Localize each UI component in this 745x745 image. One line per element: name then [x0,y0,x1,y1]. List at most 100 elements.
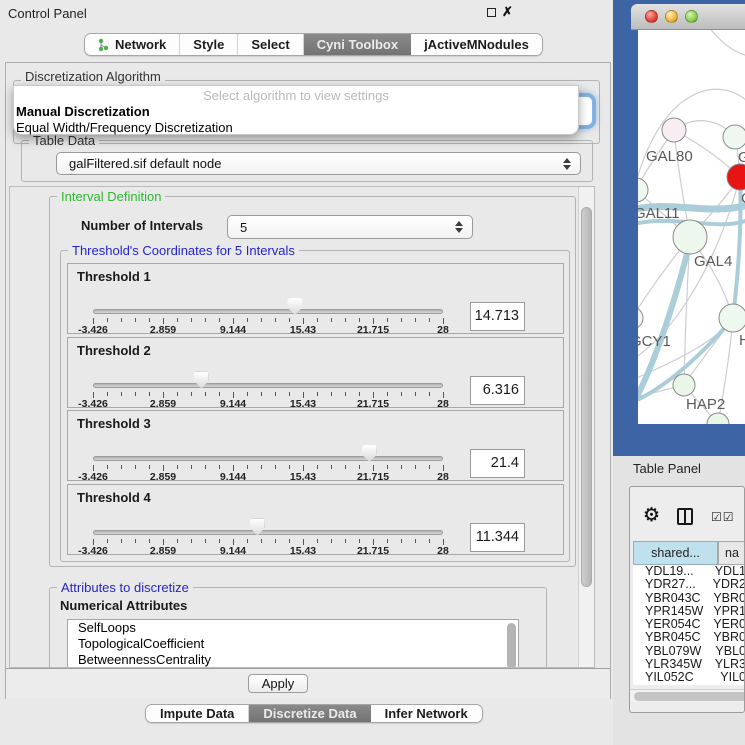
table-header: shared... na [633,541,745,565]
tab-cyni-toolbox[interactable]: Cyni Toolbox [304,34,411,55]
cell-name: YLR3 [708,658,745,671]
network-node[interactable] [662,118,686,142]
table-row[interactable]: YPR145WYPR1 [633,605,745,618]
threshold-value-field[interactable]: 11.344 [470,523,525,552]
gear-icon[interactable]: ⚙ [643,504,660,527]
group-title: Interval Definition [57,189,165,204]
settings-scroll-viewport: Interval Definition Number of Intervals … [9,186,595,668]
checkbox-icons[interactable]: ☑☑ [711,510,735,524]
table-row[interactable]: YER054CYER0 [633,618,745,631]
network-window-titlebar[interactable] [631,4,745,30]
cell-shared-name: YER054C [633,618,706,631]
column-header[interactable]: na [718,541,745,565]
scrollbar-thumb[interactable] [581,207,592,587]
network-graph: GAL80G.CGAL11GAL4GCY1HHAP2 [638,30,745,424]
threshold-row: Threshold 2-3.4262.8599.14415.4321.71528… [67,337,564,408]
table-panel: ⚙ ☑☑ shared... na YDL19...YDL1YDR27...YD… [629,486,745,713]
cell-name: YBR0 [706,631,745,644]
column-header[interactable]: shared... [633,541,718,565]
split-columns-icon[interactable] [677,508,693,525]
network-node[interactable] [638,307,643,329]
zoom-traffic-light-icon[interactable] [685,10,698,23]
cell-shared-name: YBL079W [633,645,708,658]
cell-name: YPR1 [706,605,745,618]
node-label: GCY1 [638,333,671,350]
threshold-value-field[interactable]: 6.316 [470,376,525,405]
list-item[interactable]: TopologicalCoefficient [68,636,518,652]
list-scrollbar[interactable] [507,623,517,668]
apply-bar: Apply [6,668,610,699]
panel-scrollbar[interactable] [578,187,594,667]
tab-impute-data[interactable]: Impute Data [146,705,249,722]
tab-network[interactable]: Network [85,34,180,55]
numerical-attributes-list[interactable]: SelfLoopsTopologicalCoefficientBetweenne… [67,619,519,668]
threshold-label: Threshold 4 [77,490,151,505]
network-node[interactable] [719,304,745,332]
tab-infer-network[interactable]: Infer Network [371,705,482,722]
cell-name: YER0 [706,618,745,631]
slider-tick-labels: -3.4262.8599.14415.4321.71528 [93,545,443,557]
panel-title: Control Panel [8,6,87,21]
slider-track[interactable] [93,383,443,388]
close-traffic-light-icon[interactable] [645,10,658,23]
float-window-icon[interactable] [487,8,496,17]
node-label: GAL80 [646,148,693,165]
number-of-intervals-combobox[interactable]: 5 [227,215,473,239]
node-label: GAL4 [694,253,732,270]
tab-label: Style [193,37,224,52]
node-label: H [739,332,745,349]
table-row[interactable]: YBL079WYBL0 [633,645,745,658]
close-icon[interactable]: ✗ [502,4,513,20]
cell-shared-name: YDL19... [633,565,708,578]
network-node[interactable] [673,374,695,396]
tab-select[interactable]: Select [238,34,303,55]
table-row[interactable]: YIL052CYIL0 [633,671,745,684]
algorithm-option[interactable]: Equal Width/Frequency Discretization [14,120,578,136]
table-data-combobox[interactable]: galFiltered.sif default node [56,152,581,175]
tab-discretize-data[interactable]: Discretize Data [249,705,370,722]
table-hscrollbar[interactable] [630,689,744,702]
threshold-row: Threshold 4 -3.4262.8599.14415.4321.71528… [67,484,564,555]
cell-name: YDR2 [706,578,745,591]
table-row[interactable]: YBR043CYBR0 [633,592,745,605]
minimize-traffic-light-icon[interactable] [665,10,678,23]
cell-name: YDL1 [708,565,745,578]
group-title: Discretization Algorithm [21,69,165,84]
node-label: C [741,190,745,207]
node-label: GAL11 [638,205,680,222]
apply-button[interactable]: Apply [248,674,308,693]
network-node[interactable] [723,125,745,149]
scrollbar-thumb[interactable] [634,692,745,701]
network-node[interactable] [673,220,707,254]
network-canvas[interactable]: GAL80G.CGAL11GAL4GCY1HHAP2 [638,30,745,424]
threshold-label: Threshold 3 [77,416,151,431]
network-node[interactable] [638,178,648,202]
tab-label: Network [115,37,166,52]
table-row[interactable]: YDR27...YDR2 [633,578,745,591]
table-toolbar: ⚙ ☑☑ [630,487,744,541]
node-label: G. [738,149,745,166]
table-row[interactable]: YBR045CYBR0 [633,631,745,644]
slider-track[interactable] [93,456,443,461]
cell-name: YBL0 [708,645,745,658]
tab-style[interactable]: Style [180,34,238,55]
threshold-value-field[interactable]: 21.4 [470,449,525,478]
threshold-row: Threshold 3 -3.4262.8599.14415.4321.71528… [67,410,564,481]
algorithm-option[interactable]: Manual Discretization [14,104,578,120]
threshold-label: Threshold 1 [77,269,151,284]
cell-name: YIL0 [713,671,745,684]
slider-track[interactable] [93,309,443,314]
list-item[interactable]: BetweennessCentrality [68,652,518,668]
slider-tick-labels: -3.4262.8599.14415.4321.71528 [93,471,443,483]
tab-label: Discretize Data [263,706,356,721]
cell-shared-name: YPR145W [633,605,706,618]
slider-track[interactable] [93,530,443,535]
threshold-value-field[interactable]: 14.713 [470,302,525,331]
intervals-value: 5 [240,220,247,235]
table-row[interactable]: YDL19...YDL1 [633,565,745,578]
table-row[interactable]: YLR345WYLR3 [633,658,745,671]
tab-jactivemnodules[interactable]: jActiveMNodules [411,34,542,55]
list-item[interactable]: SelfLoops [68,620,518,636]
number-of-intervals-label: Number of Intervals [81,218,203,233]
tab-label: Select [251,37,289,52]
